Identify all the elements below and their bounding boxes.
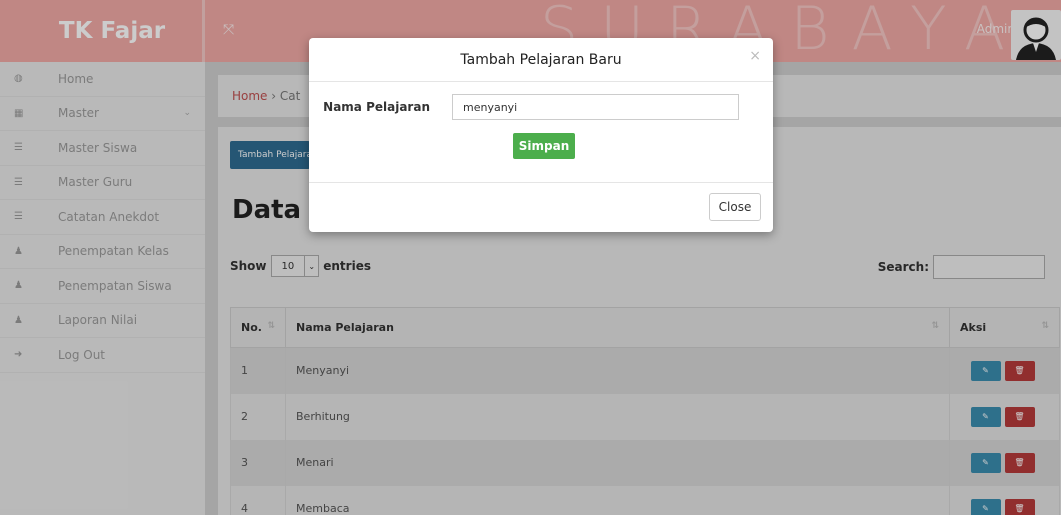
save-button[interactable]: Simpan — [513, 133, 575, 159]
close-button[interactable]: Close — [709, 193, 761, 221]
lesson-name-input[interactable] — [452, 94, 739, 120]
modal-footer-divider — [309, 182, 773, 183]
lesson-name-label: Nama Pelajaran — [323, 100, 430, 114]
close-icon[interactable]: × — [749, 48, 761, 64]
add-lesson-modal: Tambah Pelajaran Baru × Nama Pelajaran S… — [309, 38, 773, 232]
modal-title: Tambah Pelajaran Baru — [460, 51, 622, 68]
modal-header: Tambah Pelajaran Baru × — [309, 38, 773, 82]
lesson-name-row: Nama Pelajaran — [309, 94, 773, 120]
